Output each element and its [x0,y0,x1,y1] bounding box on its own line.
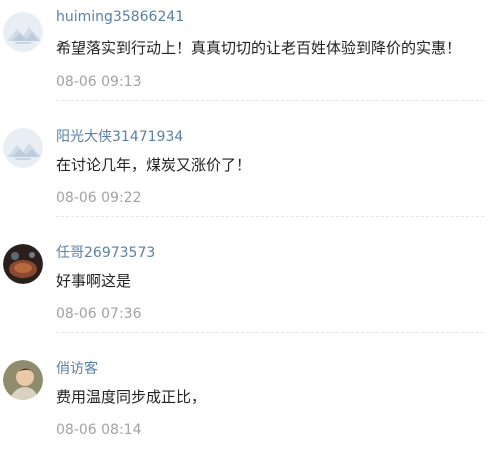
comment-divider [56,100,484,101]
comment-item: huiming35866241 希望落实到行动上！真真切切的让老百姓体验到降价的… [0,0,488,116]
comment-timestamp: 08-06 08:14 [56,422,142,438]
avatar[interactable] [3,360,43,400]
comment-item: 任哥26973573 好事啊这是 08-06 07:36 [0,232,488,348]
comment-username[interactable]: 俏访客 [56,358,98,378]
avatar[interactable] [3,12,43,52]
comment-username[interactable]: huiming35866241 [56,9,184,25]
comment-list: huiming35866241 希望落实到行动上！真真切切的让老百姓体验到降价的… [0,0,488,464]
avatar[interactable] [3,128,43,168]
comment-item: 阳光大侠31471934 在讨论几年，煤炭又涨价了！ 08-06 09:22 [0,116,488,232]
comment-text: 在讨论几年，煤炭又涨价了！ [56,156,252,174]
comment-timestamp: 08-06 07:36 [56,306,142,322]
comment-text: 希望落实到行动上！真真切切的让老百姓体验到降价的实惠！ [56,39,462,57]
comment-username[interactable]: 任哥26973573 [56,242,155,262]
default-avatar-icon [3,128,43,168]
comment-username[interactable]: 阳光大侠31471934 [56,126,183,146]
user-photo-avatar [3,244,43,284]
avatar[interactable] [3,244,43,284]
comment-timestamp: 08-06 09:22 [56,190,142,206]
comment-text: 好事啊这是 [56,272,132,290]
comment-divider [56,216,484,217]
comment-text: 费用温度同步成正比， [56,388,207,406]
comment-item: 俏访客 费用温度同步成正比， 08-06 08:14 [0,348,488,464]
comment-divider [56,332,484,333]
default-avatar-icon [3,12,43,52]
comment-timestamp: 08-06 09:13 [56,74,142,90]
user-photo-avatar [3,360,43,400]
